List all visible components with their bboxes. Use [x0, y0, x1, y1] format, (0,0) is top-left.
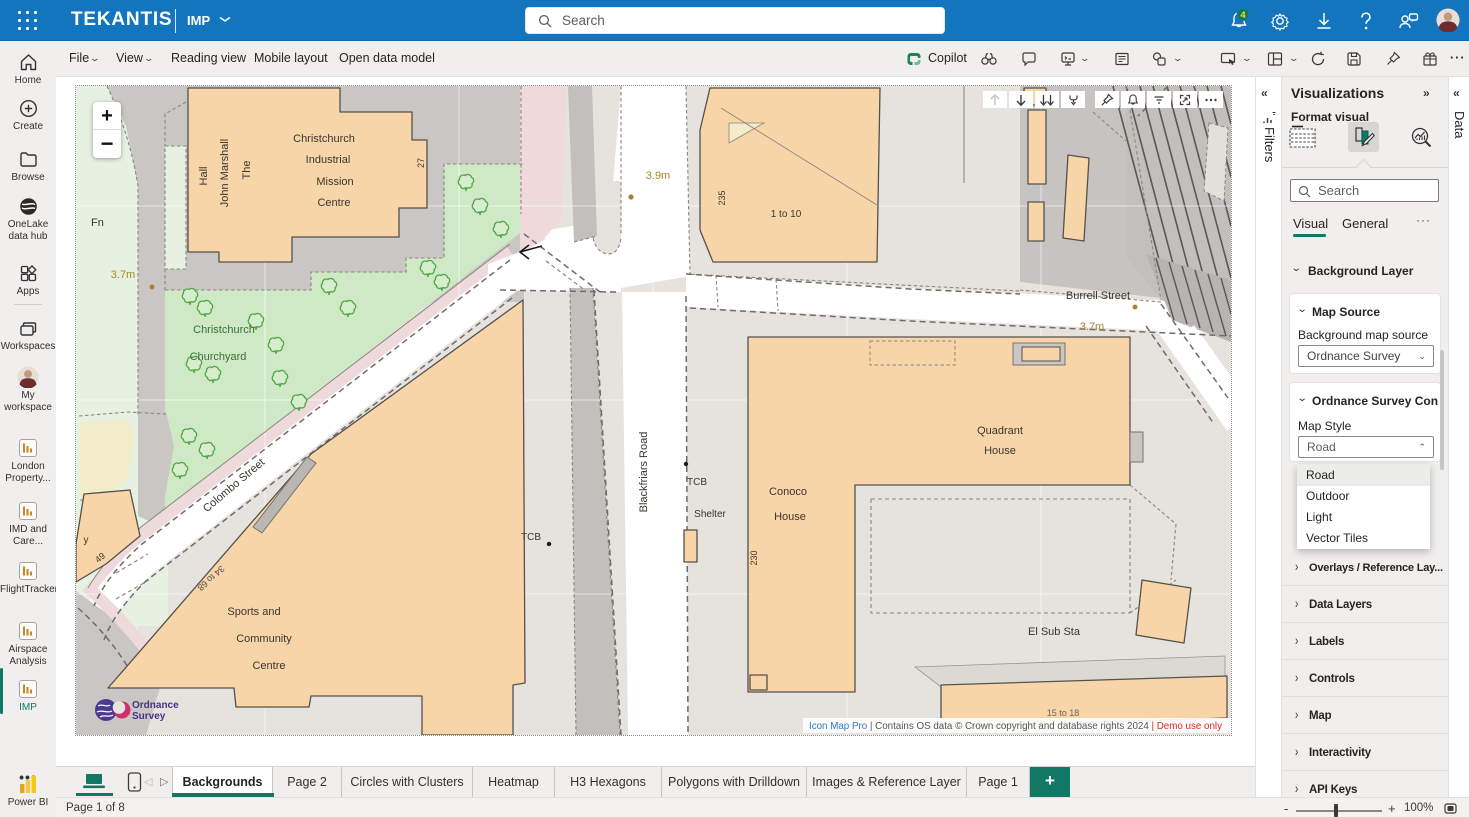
svg-text:y: y: [84, 535, 89, 546]
svg-text:Centre: Centre: [317, 197, 350, 209]
svg-text:Burrell Street: Burrell Street: [1066, 290, 1130, 302]
svg-text:Industrial: Industrial: [306, 154, 351, 166]
svg-text:27: 27: [416, 158, 426, 168]
svg-text:Sports and: Sports and: [227, 606, 280, 618]
svg-text:Ordnance: Ordnance: [132, 700, 179, 711]
svg-text:235: 235: [717, 190, 727, 205]
svg-text:Blackfriars Road: Blackfriars Road: [638, 432, 650, 513]
svg-text:4: 4: [1240, 10, 1246, 21]
svg-text:Shelter: Shelter: [694, 509, 726, 520]
svg-text:3.9m: 3.9m: [646, 170, 670, 182]
svg-text:House: House: [774, 511, 806, 523]
svg-text:Centre: Centre: [252, 660, 285, 672]
svg-text:15 to 18: 15 to 18: [1047, 708, 1080, 718]
svg-text:Hall: Hall: [198, 167, 210, 186]
svg-text:230: 230: [749, 550, 759, 565]
svg-text:Christchurch: Christchurch: [193, 324, 255, 336]
svg-text:TCB: TCB: [521, 532, 541, 543]
svg-text:Survey: Survey: [132, 711, 166, 722]
svg-text:Fn: Fn: [91, 217, 104, 229]
svg-text:Mission: Mission: [316, 176, 353, 188]
svg-text:Christchurch: Christchurch: [293, 133, 355, 145]
svg-text:Icon Map Pro | Contains OS dat: Icon Map Pro | Contains OS data © Crown …: [809, 720, 1223, 732]
svg-text:3.7m: 3.7m: [111, 269, 135, 281]
svg-text:Conoco: Conoco: [769, 486, 807, 498]
svg-text:Community: Community: [236, 633, 292, 645]
svg-text:Quadrant: Quadrant: [977, 425, 1023, 437]
svg-text:John Marshall: John Marshall: [219, 139, 231, 207]
svg-text:House: House: [984, 445, 1016, 457]
svg-text:The: The: [241, 161, 253, 180]
svg-text:3.7m: 3.7m: [1080, 321, 1104, 333]
svg-text:Churchyard: Churchyard: [190, 351, 247, 363]
svg-text:El Sub Sta: El Sub Sta: [1028, 626, 1081, 638]
svg-text:TCB: TCB: [687, 477, 707, 488]
svg-text:1 to 10: 1 to 10: [771, 209, 802, 220]
